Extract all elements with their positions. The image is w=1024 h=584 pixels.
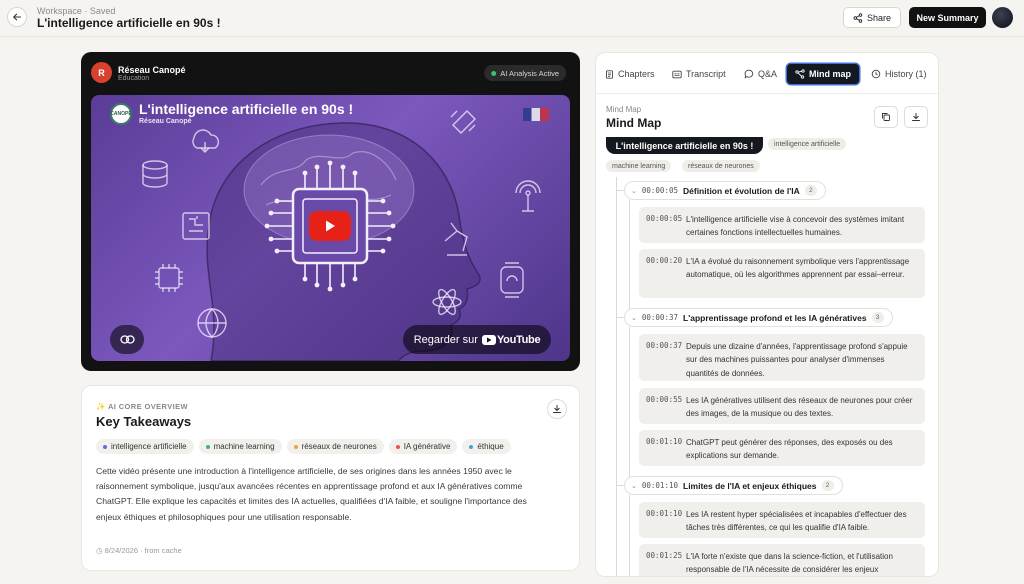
youtube-label: YouTube	[496, 333, 541, 346]
tab-transcript[interactable]: Transcript	[672, 64, 726, 84]
mind-map-leaf[interactable]: 00:00:37 Depuis une dizaine d'années, l'…	[639, 334, 925, 381]
copy-mind-map-button[interactable]	[874, 106, 898, 128]
channel-name: Réseau Canopé	[118, 65, 186, 75]
chevron-down-icon: ⌄	[631, 187, 637, 195]
cache-timestamp: ◷ 8/24/2026 · from cache	[96, 546, 182, 555]
download-icon	[912, 113, 920, 121]
chevron-down-icon: ⌄	[631, 314, 637, 322]
insights-panel: Chapters Transcript Q&A Mind map History…	[595, 52, 939, 577]
chevron-down-icon: ⌄	[631, 482, 637, 490]
download-takeaways-button[interactable]	[547, 399, 567, 419]
tag-dot-icon	[103, 444, 107, 449]
link-icon	[119, 335, 135, 344]
root-tag-chip: intelligence artificielle	[768, 138, 847, 150]
watch-label: Regarder sur	[413, 333, 478, 346]
tag-dot-icon	[293, 444, 298, 449]
panel-tabs: Chapters Transcript Q&A Mind map History…	[596, 53, 938, 94]
root-tag-chip: réseaux de neurones	[682, 160, 760, 172]
tab-chapters[interactable]: Chapters	[605, 64, 655, 84]
user-avatar[interactable]	[992, 7, 1013, 28]
takeaways-title: Key Takeaways	[96, 414, 192, 429]
video-card: R Réseau Canopé Education AI Analysis Ac…	[81, 52, 580, 371]
tab-mind-map[interactable]: Mind map	[787, 64, 859, 84]
canope-logo: CANOPÉ	[110, 103, 132, 125]
transcript-icon	[672, 70, 682, 78]
back-button[interactable]	[7, 7, 27, 27]
tree-connector	[616, 190, 624, 191]
mind-map-leaf[interactable]: 00:00:55 Les IA génératives utilisent de…	[639, 388, 925, 424]
history-icon	[871, 69, 881, 79]
download-mind-map-button[interactable]	[904, 106, 928, 128]
topic-tag[interactable]: éthique	[462, 439, 511, 454]
item-count-badge: 2	[804, 185, 817, 196]
root-tag-chip: machine learning	[606, 160, 672, 172]
play-button[interactable]	[309, 211, 351, 241]
mind-map-section-node[interactable]: ⌄ 00:00:05 Définition et évolution de l'…	[624, 181, 826, 200]
item-count-badge: 3	[871, 312, 884, 323]
tree-connector	[629, 327, 630, 477]
mind-map-leaf[interactable]: 00:01:10 Les IA restent hyper spécialisé…	[639, 502, 925, 538]
tab-qa[interactable]: Q&A	[744, 64, 777, 84]
copy-link-button[interactable]	[110, 325, 144, 354]
mind-map-leaf[interactable]: 00:00:05 L'intelligence artificielle vis…	[639, 207, 925, 243]
video-player[interactable]: CANOPÉ L'intelligence artificielle en 90…	[91, 95, 570, 361]
clock-icon: ◷	[96, 546, 105, 555]
new-summary-button[interactable]: New Summary	[909, 7, 986, 28]
share-label: Share	[866, 12, 892, 23]
tree-connector	[629, 495, 630, 576]
mind-map-eyebrow: Mind Map	[606, 105, 642, 114]
topic-tag[interactable]: machine learning	[198, 439, 282, 454]
ai-status-label: AI Analysis Active	[500, 68, 559, 78]
mind-map-root-node[interactable]: L'intelligence artificielle en 90s !	[606, 137, 763, 154]
mindmap-icon	[795, 69, 805, 79]
watch-on-youtube-button[interactable]: Regarder sur YouTube	[403, 325, 551, 354]
tag-dot-icon	[205, 444, 210, 449]
mind-map-section-node[interactable]: ⌄ 00:00:37 L'apprentissage profond et le…	[624, 308, 893, 327]
video-title: L'intelligence artificielle en 90s !	[139, 101, 354, 117]
topic-tags: intelligence artificielle machine learni…	[96, 439, 511, 454]
play-icon	[326, 220, 335, 232]
mind-map-leaf[interactable]: 00:01:10 ChatGPT peut générer des répons…	[639, 430, 925, 466]
mind-map-title: Mind Map	[606, 116, 662, 130]
share-icon	[853, 12, 863, 23]
overview-eyebrow: ✨ AI CORE OVERVIEW	[96, 402, 188, 411]
tab-history[interactable]: History (1)	[871, 64, 927, 84]
tree-connector	[629, 200, 630, 310]
key-takeaways-card: ✨ AI CORE OVERVIEW Key Takeaways intelli…	[81, 385, 580, 571]
youtube-logo: YouTube	[481, 333, 541, 346]
chat-icon	[744, 69, 754, 79]
ai-status-badge: AI Analysis Active	[484, 65, 566, 81]
tag-dot-icon	[469, 444, 474, 449]
item-count-badge: 2	[821, 480, 834, 491]
mind-map-section-node[interactable]: ⌄ 00:01:10 Limites de l'IA et enjeux éth…	[624, 476, 843, 495]
breadcrumb: Workspace · Saved	[37, 6, 116, 16]
arrow-left-icon	[13, 13, 22, 21]
topic-tag[interactable]: intelligence artificielle	[96, 439, 194, 454]
tag-dot-icon	[395, 444, 400, 449]
tree-connector	[616, 177, 617, 576]
topic-tag[interactable]: IA générative	[388, 439, 458, 454]
tree-connector	[616, 317, 624, 318]
channel-category: Education	[118, 75, 150, 82]
download-icon	[553, 405, 561, 413]
mind-map-leaf[interactable]: 00:01:25 L'IA forte n'existe que dans la…	[639, 544, 925, 576]
tree-connector	[616, 485, 624, 486]
republique-francaise-logo	[523, 108, 549, 121]
youtube-play-icon	[481, 334, 496, 345]
topic-tag[interactable]: réseaux de neurones	[286, 439, 384, 454]
channel-avatar: R	[91, 62, 112, 83]
status-dot-icon	[491, 70, 497, 76]
copy-icon	[882, 113, 890, 121]
document-icon	[606, 69, 613, 79]
page-title: L'intelligence artificielle en 90s !	[37, 16, 221, 30]
mind-map-leaf[interactable]: 00:00:20 L'IA a évolué du raisonnement s…	[639, 249, 925, 298]
summary-text: Cette vidéo présente une introduction à …	[96, 466, 527, 522]
share-button[interactable]: Share	[843, 7, 901, 28]
video-subtitle: Réseau Canopé	[139, 118, 192, 125]
top-bar: Workspace · Saved L'intelligence artific…	[0, 0, 1024, 37]
